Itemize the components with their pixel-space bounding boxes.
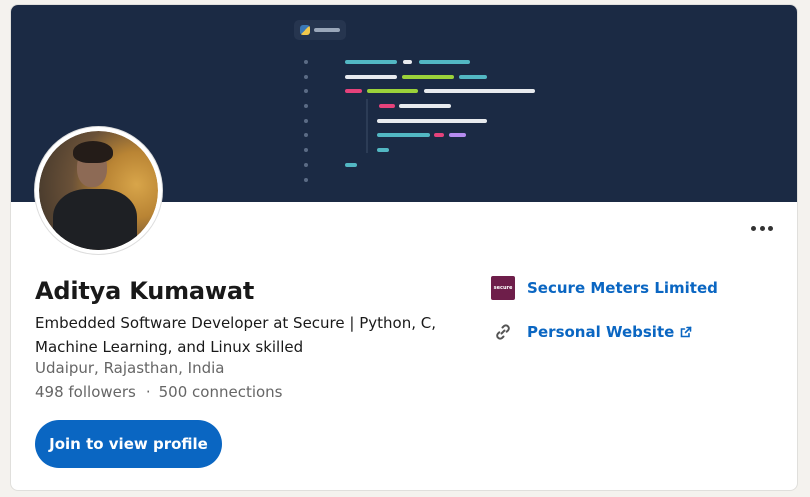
profile-stats: 498 followers · 500 connections <box>35 383 283 401</box>
connections-count: 500 connections <box>158 383 283 401</box>
join-to-view-profile-button[interactable]: Join to view profile <box>35 420 222 468</box>
avatar-photo <box>39 131 158 250</box>
profile-name: Aditya Kumawat <box>35 277 255 305</box>
avatar <box>35 127 162 254</box>
link-icon <box>491 320 515 344</box>
profile-card: Aditya Kumawat Embedded Software Develop… <box>10 4 798 491</box>
stats-separator: · <box>145 383 151 401</box>
more-horizontal-icon[interactable] <box>751 223 773 233</box>
personal-website-link[interactable]: Personal Website <box>491 320 692 344</box>
company-logo: secure <box>491 276 515 300</box>
personal-website-label: Personal Website <box>527 323 675 341</box>
external-link-icon <box>681 326 692 338</box>
profile-location: Udaipur, Rajasthan, India <box>35 359 225 377</box>
current-company-link[interactable]: secure Secure Meters Limited <box>491 276 718 300</box>
profile-headline: Embedded Software Developer at Secure | … <box>35 314 436 356</box>
company-name[interactable]: Secure Meters Limited <box>527 279 718 297</box>
followers-count: 498 followers <box>35 383 136 401</box>
